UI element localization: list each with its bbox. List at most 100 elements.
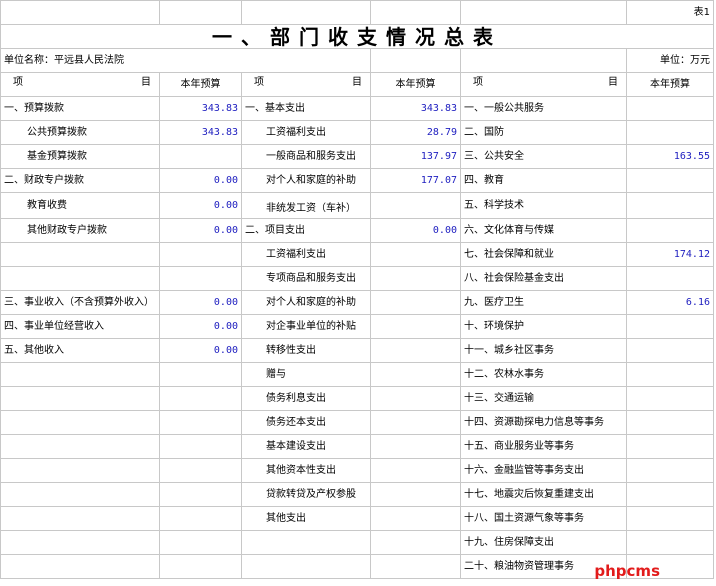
cell-c3[interactable]: 对个人和家庭的补助 <box>241 168 371 193</box>
cell-c6[interactable] <box>626 218 714 243</box>
cell-c6[interactable] <box>626 266 714 291</box>
cell-c2[interactable]: 0.00 <box>159 290 242 315</box>
cell-c2[interactable] <box>159 458 242 483</box>
cell-c4[interactable]: 137.97 <box>370 144 461 169</box>
cell-c3[interactable]: 工资福利支出 <box>241 120 371 145</box>
cell-c2[interactable]: 0.00 <box>159 192 242 219</box>
cell-c5[interactable]: 十九、住房保障支出 <box>460 530 627 555</box>
cell-c3[interactable]: 对企事业单位的补贴 <box>241 314 371 339</box>
cell-c6[interactable] <box>626 410 714 435</box>
cell-c3[interactable]: 非统发工资（车补） <box>241 192 371 219</box>
cell-c6[interactable] <box>626 386 714 411</box>
cell-c5[interactable]: 十五、商业服务业等事务 <box>460 434 627 459</box>
cell-c5[interactable]: 十八、国土资源气象等事务 <box>460 506 627 531</box>
cell-c2[interactable] <box>159 242 242 267</box>
cell-c4[interactable] <box>370 338 461 363</box>
cell-c1[interactable]: 公共预算拨款 <box>0 120 160 145</box>
cell-c6[interactable] <box>626 192 714 219</box>
cell-c1[interactable] <box>0 266 160 291</box>
cell-c4[interactable] <box>370 266 461 291</box>
cell-c3[interactable] <box>241 530 371 555</box>
cell-c4[interactable] <box>370 482 461 507</box>
cell-c1[interactable] <box>0 506 160 531</box>
cell-c5[interactable]: 十一、城乡社区事务 <box>460 338 627 363</box>
cell-c2[interactable] <box>159 506 242 531</box>
cell-c4[interactable] <box>370 362 461 387</box>
cell-c5[interactable]: 七、社会保障和就业 <box>460 242 627 267</box>
cell-c6[interactable] <box>626 506 714 531</box>
cell-c5[interactable]: 五、科学技术 <box>460 192 627 219</box>
cell-c1[interactable]: 五、其他收入 <box>0 338 160 363</box>
cell-c3[interactable]: 其他支出 <box>241 506 371 531</box>
cell-c6[interactable] <box>626 314 714 339</box>
cell-c4[interactable] <box>370 314 461 339</box>
cell-c2[interactable]: 343.83 <box>159 120 242 145</box>
cell-c3[interactable]: 一、基本支出 <box>241 96 371 121</box>
cell-c2[interactable] <box>159 410 242 435</box>
cell-c5[interactable]: 八、社会保险基金支出 <box>460 266 627 291</box>
cell-c4[interactable]: 343.83 <box>370 96 461 121</box>
cell-c2[interactable] <box>159 434 242 459</box>
cell-c3[interactable]: 赠与 <box>241 362 371 387</box>
cell-c4[interactable]: 28.79 <box>370 120 461 145</box>
cell-c6[interactable] <box>626 338 714 363</box>
cell-c3[interactable]: 一般商品和服务支出 <box>241 144 371 169</box>
cell-c4[interactable] <box>370 554 461 579</box>
cell-c5[interactable]: 十三、交通运输 <box>460 386 627 411</box>
cell-c1[interactable]: 基金预算拨款 <box>0 144 160 169</box>
cell-c2[interactable]: 0.00 <box>159 338 242 363</box>
cell-c1[interactable] <box>0 434 160 459</box>
cell-c2[interactable]: 0.00 <box>159 314 242 339</box>
cell-c2[interactable] <box>159 554 242 579</box>
cell-c3[interactable] <box>241 554 371 579</box>
cell-c3[interactable]: 工资福利支出 <box>241 242 371 267</box>
cell-c1[interactable] <box>0 482 160 507</box>
cell-c6[interactable] <box>626 434 714 459</box>
cell-c4[interactable] <box>370 458 461 483</box>
cell-c1[interactable]: 四、事业单位经营收入 <box>0 314 160 339</box>
cell-c4[interactable] <box>370 386 461 411</box>
cell-c1[interactable]: 其他财政专户拨款 <box>0 218 160 243</box>
cell-c4[interactable] <box>370 506 461 531</box>
cell-c1[interactable] <box>0 458 160 483</box>
cell-c5[interactable]: 十四、资源勘探电力信息等事务 <box>460 410 627 435</box>
cell-c2[interactable]: 0.00 <box>159 218 242 243</box>
cell-c6[interactable] <box>626 458 714 483</box>
cell-c5[interactable]: 十、环境保护 <box>460 314 627 339</box>
cell-c1[interactable]: 教育收费 <box>0 192 160 219</box>
cell-c2[interactable] <box>159 386 242 411</box>
cell-c1[interactable] <box>0 410 160 435</box>
cell-c4[interactable] <box>370 242 461 267</box>
cell-c5[interactable]: 四、教育 <box>460 168 627 193</box>
cell-c6[interactable] <box>626 120 714 145</box>
cell-c6[interactable] <box>626 168 714 193</box>
cell-c6[interactable] <box>626 362 714 387</box>
cell-c5[interactable]: 九、医疗卫生 <box>460 290 627 315</box>
cell-c2[interactable] <box>159 530 242 555</box>
cell-c6[interactable] <box>626 482 714 507</box>
cell-c5[interactable]: 十六、金融监管等事务支出 <box>460 458 627 483</box>
cell-c3[interactable]: 基本建设支出 <box>241 434 371 459</box>
cell-c1[interactable]: 三、事业收入（不含预算外收入） <box>0 290 160 315</box>
cell-c1[interactable] <box>0 554 160 579</box>
cell-c6[interactable] <box>626 530 714 555</box>
cell-c2[interactable] <box>159 362 242 387</box>
cell-c4[interactable] <box>370 290 461 315</box>
cell-c6[interactable]: 174.12 <box>626 242 714 267</box>
cell-c5[interactable]: 十七、地震灾后恢复重建支出 <box>460 482 627 507</box>
cell-c1[interactable] <box>0 386 160 411</box>
cell-c2[interactable]: 343.83 <box>159 96 242 121</box>
cell-c1[interactable] <box>0 242 160 267</box>
cell-c5[interactable]: 六、文化体育与传媒 <box>460 218 627 243</box>
cell-c2[interactable] <box>159 144 242 169</box>
cell-c2[interactable]: 0.00 <box>159 168 242 193</box>
cell-c6[interactable]: 163.55 <box>626 144 714 169</box>
cell-c6[interactable] <box>626 96 714 121</box>
cell-c4[interactable]: 0.00 <box>370 218 461 243</box>
cell-c2[interactable] <box>159 482 242 507</box>
cell-c1[interactable] <box>0 362 160 387</box>
cell-c4[interactable]: 177.07 <box>370 168 461 193</box>
cell-c4[interactable] <box>370 530 461 555</box>
cell-c3[interactable]: 对个人和家庭的补助 <box>241 290 371 315</box>
cell-c3[interactable]: 债务还本支出 <box>241 410 371 435</box>
